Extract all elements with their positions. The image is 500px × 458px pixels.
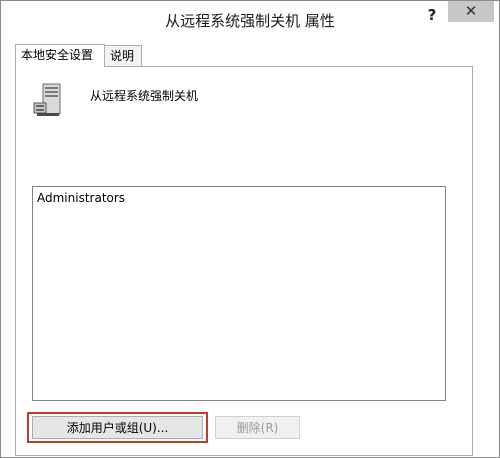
title-bar[interactable]: 从远程系统强制关机 属性 ? ✕ <box>1 1 499 37</box>
list-item[interactable]: Administrators <box>37 191 125 205</box>
server-tower-icon <box>33 83 61 116</box>
tab-explain[interactable]: 说明 <box>104 45 142 66</box>
properties-dialog: 从远程系统强制关机 属性 ? ✕ 本地安全设置 说明 从远程系统强制关机 Adm… <box>0 0 500 458</box>
close-button[interactable]: ✕ <box>448 1 494 22</box>
tab-local-security-setting[interactable]: 本地安全设置 <box>15 44 105 67</box>
remove-button[interactable]: 删除(R) <box>215 416 300 439</box>
policy-name: 从远程系统强制关机 <box>90 89 199 103</box>
tab-panel: 从远程系统强制关机 Administrators 添加用户或组(U)... 删除… <box>15 66 473 456</box>
help-button[interactable]: ? <box>421 5 443 25</box>
add-user-or-group-button[interactable]: 添加用户或组(U)... <box>32 416 203 439</box>
members-listbox[interactable]: Administrators <box>32 186 446 401</box>
